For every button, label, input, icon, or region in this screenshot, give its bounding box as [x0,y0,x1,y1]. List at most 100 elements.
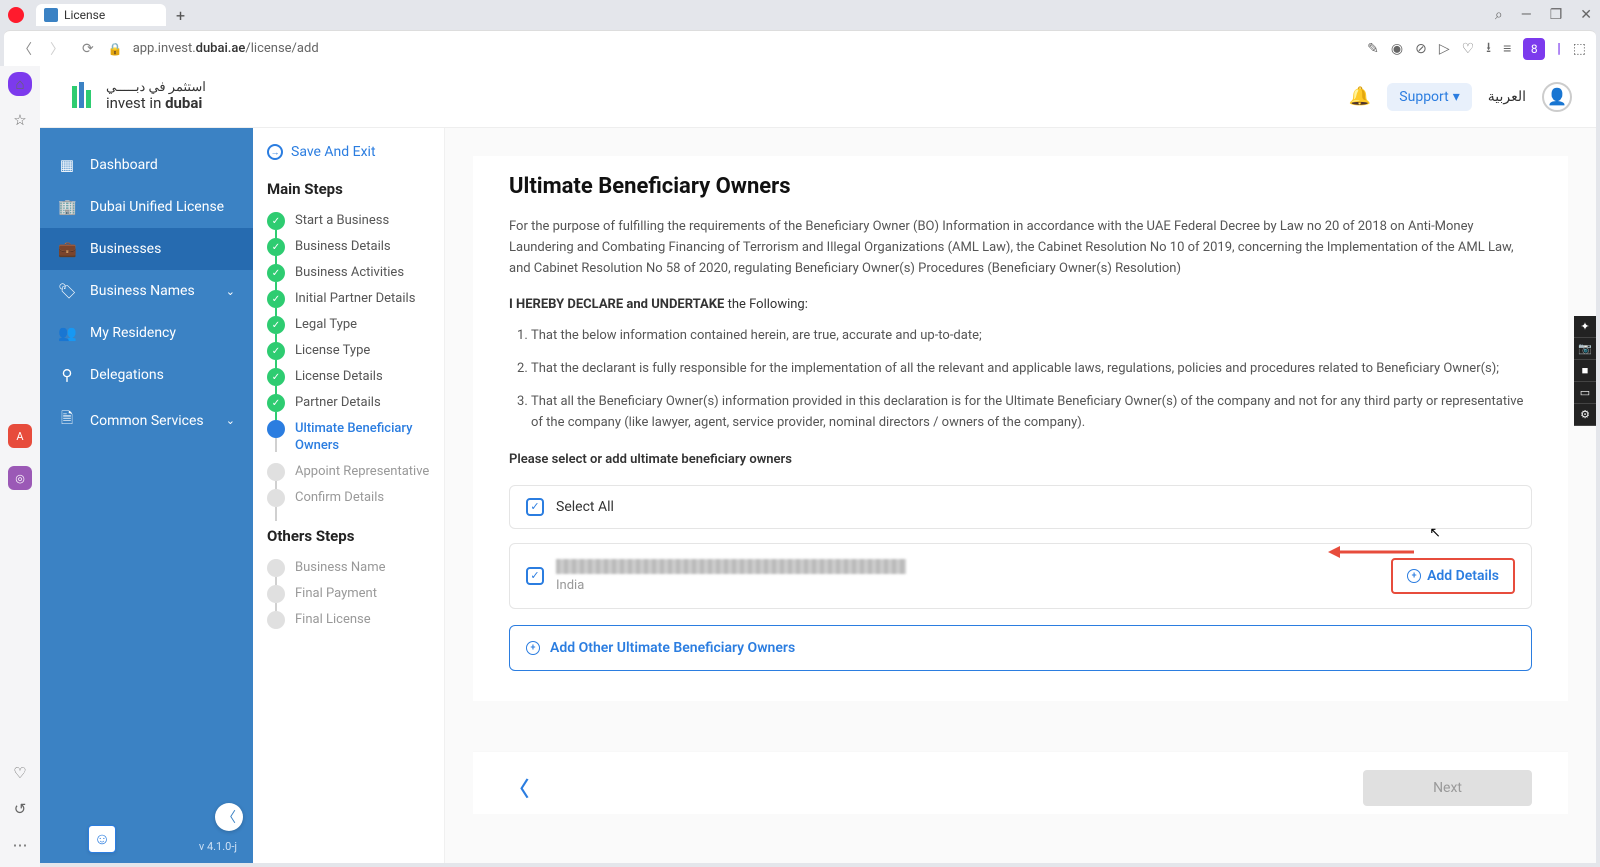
main-steps-heading: Main Steps [267,180,430,198]
shield-icon[interactable]: ⊘ [1415,41,1427,57]
download-icon[interactable]: ⭳ [1486,37,1491,61]
feedback-smiley-button[interactable]: ☺ [88,825,116,853]
step-confirm-details[interactable]: Confirm Details [267,489,430,507]
profile-badge[interactable]: 8 [1523,38,1545,60]
add-details-label: Add Details [1427,568,1499,584]
step-partner-details[interactable]: ✓Partner Details [267,394,430,412]
url-host: dubai.ae [196,41,246,56]
version-label: v 4.1.0-j [40,830,253,863]
close-window-icon[interactable]: ✕ [1580,7,1592,23]
grid-icon: ▦ [58,156,76,174]
step-final-license[interactable]: Final License [267,611,430,629]
page-viewport: استثمر في دبـــــي invest in dubai 🔔 Sup… [40,66,1596,863]
step-legal-type[interactable]: ✓Legal Type [267,316,430,334]
logo-english: invest in dubai [106,95,206,112]
step-license-type[interactable]: ✓License Type [267,342,430,360]
opera-logo-icon [8,7,24,23]
history-icon[interactable]: ↺ [8,797,32,821]
address-bar: 〈 〉 ⟳ 🔒 app.invest.dubai.ae/license/add … [4,30,1596,66]
tab-favicon-icon [44,8,58,22]
screenshot-icon[interactable]: 📷 [1574,338,1596,360]
support-button[interactable]: Support ▾ [1387,83,1471,111]
step-ubo[interactable]: Ultimate Beneficiary Owners [267,420,430,455]
forward-nav-button[interactable]: 〉 [46,39,68,59]
minimize-icon[interactable]: — [1521,7,1532,23]
step-start-business[interactable]: ✓Start a Business [267,212,430,230]
step-business-details[interactable]: ✓Business Details [267,238,430,256]
collapse-nav-button[interactable]: 〈 [215,803,243,831]
declaration-list: That the below information contained her… [509,326,1532,433]
add-other-ubo-button[interactable]: + Add Other Ultimate Beneficiary Owners [509,625,1532,671]
plus-circle-icon: + [526,641,540,655]
home-icon[interactable]: ⌂ [8,72,32,96]
play-icon[interactable]: ▷ [1439,41,1450,57]
select-all-row[interactable]: ✓ Select All [509,485,1532,529]
app-icon-2[interactable]: ◎ [8,466,32,490]
url-path: /license/add [245,41,318,56]
app-logo[interactable]: استثمر في دبـــــي invest in dubai [64,80,206,114]
step-license-details[interactable]: ✓License Details [267,368,430,386]
nav-businesses[interactable]: 💼Businesses [40,228,253,270]
nav-residency[interactable]: 👥My Residency [40,312,253,354]
logo-mark-icon [64,80,98,114]
steps-panel: → Save And Exit Main Steps ✓Start a Busi… [253,128,445,863]
video-icon[interactable]: ■ [1574,360,1596,382]
language-toggle[interactable]: العربية [1488,89,1526,105]
app-icon-1[interactable]: A [8,424,32,448]
camera-icon[interactable]: ◉ [1391,41,1403,57]
heart-icon[interactable]: ♡ [1462,41,1475,57]
maximize-icon[interactable]: ❐ [1550,7,1563,23]
tab-title: License [64,8,105,22]
menu-icon[interactable]: ≡ [1503,40,1511,57]
edit-icon[interactable]: ✎ [1367,41,1379,57]
nav-dul[interactable]: 🏢Dubai Unified License [40,186,253,228]
tag-icon: 🏷 [58,282,76,300]
url-field[interactable]: app.invest.dubai.ae/license/add [133,41,1357,56]
cube-icon[interactable]: ⬚ [1573,41,1586,57]
nav-common-services[interactable]: 🗎Common Services⌄ [40,396,253,445]
checkbox-icon[interactable]: ✓ [526,567,544,585]
next-step-button[interactable]: Next [1363,770,1532,806]
notification-bell-icon[interactable]: 🔔 [1349,86,1371,107]
person-icon: ⚲ [58,366,76,384]
reload-button[interactable]: ⟳ [78,41,98,57]
settings-icon[interactable]: ⚙ [1574,404,1596,426]
add-other-label: Add Other Ultimate Beneficiary Owners [550,640,795,656]
search-icon[interactable]: ⌕ [1495,7,1503,23]
app-header: استثمر في دبـــــي invest in dubai 🔔 Sup… [40,66,1596,128]
heart-sidebar-icon[interactable]: ♡ [8,761,32,785]
nav-dashboard[interactable]: ▦Dashboard [40,144,253,186]
step-initial-partner[interactable]: ✓Initial Partner Details [267,290,430,308]
page-title: Ultimate Beneficiary Owners [509,174,1532,199]
prev-step-button[interactable]: 〈 [509,773,529,802]
nav-delegations[interactable]: ⚲Delegations [40,354,253,396]
file-icon: 🗎 [58,408,76,433]
other-steps-heading: Others Steps [267,527,430,545]
owner-card: ✓ India + Add Details [509,543,1532,609]
checkbox-icon[interactable]: ✓ [526,498,544,516]
add-details-button[interactable]: + Add Details [1391,558,1515,594]
lock-icon[interactable]: 🔒 [108,42,123,56]
logo-arabic: استثمر في دبـــــي [106,81,206,95]
browser-tab[interactable]: License [36,4,166,26]
record-icon[interactable]: ✦ [1574,316,1596,338]
url-part: app.invest. [133,41,196,56]
save-and-exit-button[interactable]: → Save And Exit [267,144,430,160]
owner-name-redacted [556,559,906,574]
user-avatar[interactable]: 👤 [1542,82,1572,112]
step-appoint-rep[interactable]: Appoint Representative [267,463,430,481]
step-business-activities[interactable]: ✓Business Activities [267,264,430,282]
nav-business-names[interactable]: 🏷Business Names⌄ [40,270,253,312]
new-tab-button[interactable]: + [176,6,185,25]
extension-icon[interactable]: | [1557,41,1561,57]
save-exit-label: Save And Exit [291,144,376,160]
display-icon[interactable]: ▭ [1574,382,1596,404]
plus-circle-icon: + [1407,569,1421,583]
star-icon[interactable]: ☆ [8,108,32,132]
step-final-payment[interactable]: Final Payment [267,585,430,603]
step-business-name[interactable]: Business Name [267,559,430,577]
declaration-item: That all the Beneficiary Owner(s) inform… [531,392,1532,434]
more-icon[interactable]: ⋯ [8,833,32,857]
back-nav-button[interactable]: 〈 [14,39,36,59]
chevron-down-icon: ▾ [1453,89,1460,105]
